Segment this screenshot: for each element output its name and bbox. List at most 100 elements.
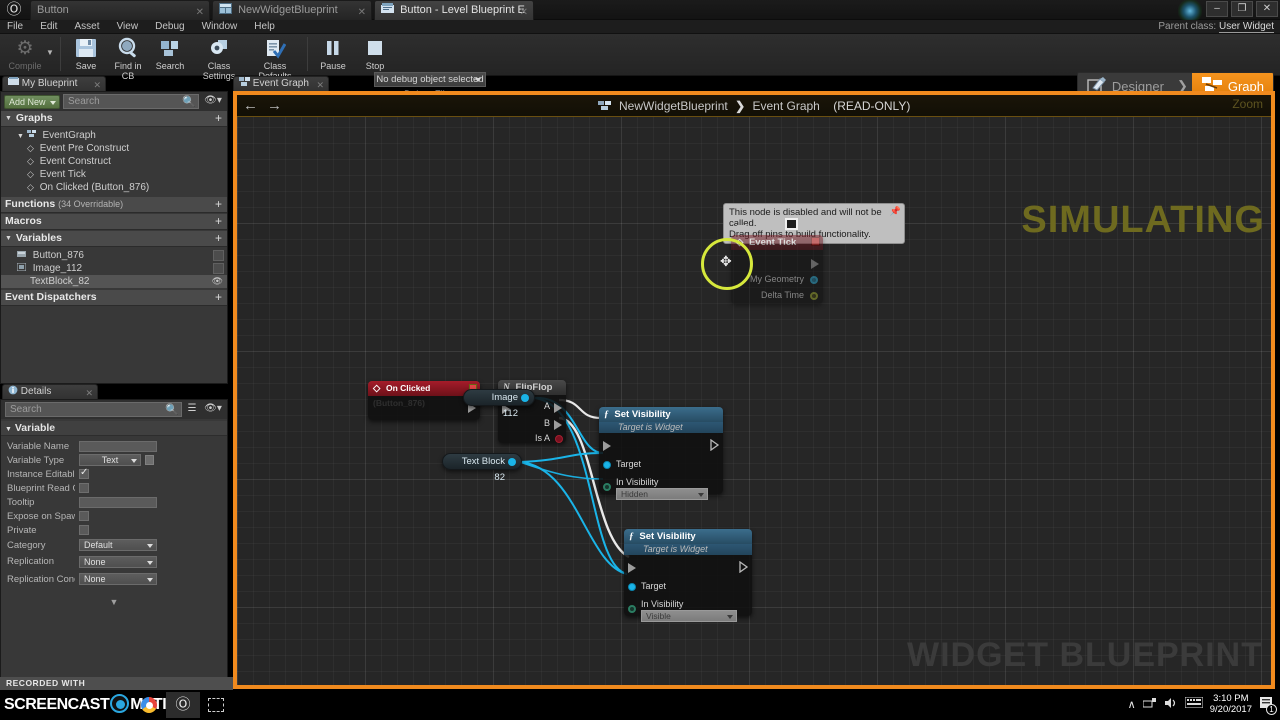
window-tab-level-blueprint[interactable]: Button - Level Blueprint E ✕ [374, 0, 534, 20]
add-macro-button[interactable]: + [215, 214, 222, 229]
variable-item-image-112[interactable]: Image_112 [1, 262, 227, 275]
private-checkbox[interactable] [79, 525, 89, 535]
compile-options-chevron-down-icon[interactable]: ▼ [46, 34, 56, 57]
close-icon[interactable]: ✕ [85, 386, 93, 400]
eye-icon[interactable] [213, 250, 224, 261]
add-variable-button[interactable]: + [215, 231, 222, 246]
tree-item-event-construct[interactable]: ◇ Event Construct [1, 155, 227, 168]
variable-item-button-876[interactable]: Button_876 [1, 249, 227, 262]
section-header-event-dispatchers[interactable]: Event Dispatchers + [1, 290, 227, 306]
section-header-functions[interactable]: Functions (34 Overridable) + [1, 197, 227, 213]
visibility-options-button[interactable]: 👁▾ [202, 94, 224, 109]
pause-button[interactable]: Pause [312, 34, 354, 74]
tree-item-event-tick[interactable]: ◇ Event Tick [1, 168, 227, 181]
exec-out-pin-icon[interactable] [710, 439, 720, 451]
pin-in-visibility[interactable] [628, 605, 636, 613]
node-set-visibility-2[interactable]: ƒ Set Visibility Target is Widget Target… [624, 529, 752, 622]
replication-condition-select[interactable]: None [79, 573, 157, 585]
pin-output[interactable] [521, 394, 529, 402]
close-icon[interactable]: ✕ [93, 78, 101, 92]
pin-output[interactable] [508, 458, 516, 466]
expose-on-spawn-checkbox[interactable] [79, 511, 89, 521]
blueprint-read-only-checkbox[interactable] [79, 483, 89, 493]
type-container-icon[interactable] [145, 455, 154, 465]
maximize-button[interactable]: ❐ [1231, 1, 1253, 17]
search-input[interactable]: Search 🔍 [63, 94, 199, 109]
add-function-button[interactable]: + [215, 197, 222, 212]
window-tab-newwidgetblueprint[interactable]: NewWidgetBlueprint ✕ [212, 0, 372, 20]
parent-class-value[interactable]: User Widget [1218, 21, 1274, 33]
panel-tab-details[interactable]: Details ✕ [2, 384, 98, 399]
clock[interactable]: 3:10 PM 9/20/2017 [1210, 693, 1252, 715]
exec-in-pin[interactable] [603, 441, 611, 451]
tree-item-eventgraph[interactable]: ▼ EventGraph [1, 129, 227, 142]
breadcrumb-asset[interactable]: NewWidgetBlueprint [619, 99, 728, 113]
exec-out-pin-a[interactable] [554, 403, 562, 413]
class-settings-button[interactable]: Class Settings [191, 34, 247, 81]
window-tab-button[interactable]: Button ✕ [30, 0, 210, 20]
add-graph-button[interactable]: + [215, 111, 222, 126]
pin-target[interactable] [603, 461, 611, 469]
breadcrumb-graph[interactable]: Event Graph [752, 99, 819, 113]
search-button[interactable]: Search [149, 34, 191, 74]
variable-item-textblock-82[interactable]: TextBlock_82 👁 [1, 275, 227, 288]
pin-is-a[interactable] [555, 435, 563, 443]
instance-editable-checkbox[interactable] [79, 467, 89, 479]
menu-item-asset[interactable]: Asset [67, 20, 106, 34]
notifications-icon[interactable]: 1 [1259, 695, 1277, 715]
minimize-button[interactable]: – [1206, 1, 1228, 17]
menu-item-debug[interactable]: Debug [148, 20, 191, 34]
unreal-engine-icon[interactable]: Ⓞ [166, 692, 200, 718]
replication-select[interactable]: None [79, 555, 157, 568]
find-in-content-browser-button[interactable]: Find in CB [107, 34, 149, 81]
add-new-button[interactable]: Add New [4, 94, 60, 109]
pin-delta-time[interactable] [810, 292, 818, 300]
tooltip-input[interactable] [79, 496, 157, 508]
menu-item-help[interactable]: Help [247, 20, 282, 34]
pin-in-visibility[interactable] [603, 483, 611, 491]
menu-item-edit[interactable]: Edit [33, 20, 64, 34]
panel-tab-my-blueprint[interactable]: My Blueprint ✕ [2, 76, 106, 91]
tree-item-on-clicked[interactable]: ◇ On Clicked (Button_876) [1, 181, 227, 194]
exec-out-pin[interactable] [811, 259, 819, 269]
pin-target[interactable] [628, 583, 636, 591]
stop-button[interactable]: Stop [354, 34, 396, 74]
save-button[interactable]: Save [65, 34, 107, 74]
node-get-text-block-82[interactable]: Text Block 82 [442, 453, 522, 483]
chrome-icon[interactable] [132, 692, 166, 718]
network-icon[interactable] [1142, 697, 1157, 712]
exec-in-pin[interactable] [628, 563, 636, 573]
node-set-visibility-1[interactable]: ƒ Set Visibility Target is Widget Target… [599, 407, 723, 500]
snip-tool-icon[interactable] [200, 692, 234, 718]
variable-name-input[interactable] [79, 440, 157, 452]
menu-item-file[interactable]: File [0, 20, 30, 34]
panel-tab-event-graph[interactable]: Event Graph ✕ [233, 76, 329, 91]
section-header-graphs[interactable]: ▼ Graphs + [1, 111, 227, 127]
node-get-image-112[interactable]: Image 112 [463, 389, 535, 419]
pin-my-geometry[interactable] [810, 276, 818, 284]
close-icon[interactable]: ✕ [316, 78, 324, 92]
exec-out-pin-icon[interactable] [739, 561, 749, 573]
debug-object-select[interactable]: No debug object selected [374, 72, 486, 87]
details-visibility-options[interactable]: 👁▾ [202, 402, 224, 417]
details-search-input[interactable]: Search 🔍 [5, 402, 182, 417]
category-select[interactable]: Default [79, 539, 157, 551]
section-header-macros[interactable]: Macros + [1, 214, 227, 230]
eye-icon[interactable] [213, 263, 224, 274]
exec-out-pin-b[interactable] [554, 420, 562, 430]
event-graph-canvas[interactable]: SIMULATING WIDGET BLUEPRINT This node is… [233, 91, 1275, 689]
list-view-toggle[interactable]: ☰ [185, 402, 199, 417]
volume-icon[interactable] [1164, 697, 1178, 712]
add-event-dispatcher-button[interactable]: + [215, 290, 222, 305]
variable-type-select[interactable]: Text [79, 454, 141, 466]
pin-tooltip-icon[interactable]: 📌 [890, 206, 901, 217]
in-visibility-select[interactable]: Visible [641, 610, 737, 622]
eye-icon[interactable]: 👁 [212, 275, 223, 288]
details-section-variable[interactable]: ▼ Variable [1, 421, 227, 436]
class-defaults-button[interactable]: Class Defaults [247, 34, 303, 81]
chevron-up-icon[interactable]: ∧ [1128, 698, 1136, 711]
menu-item-view[interactable]: View [110, 20, 146, 34]
keyboard-icon[interactable] [1184, 696, 1204, 711]
in-visibility-select[interactable]: Hidden [616, 488, 708, 500]
close-button[interactable]: ✕ [1256, 1, 1278, 17]
